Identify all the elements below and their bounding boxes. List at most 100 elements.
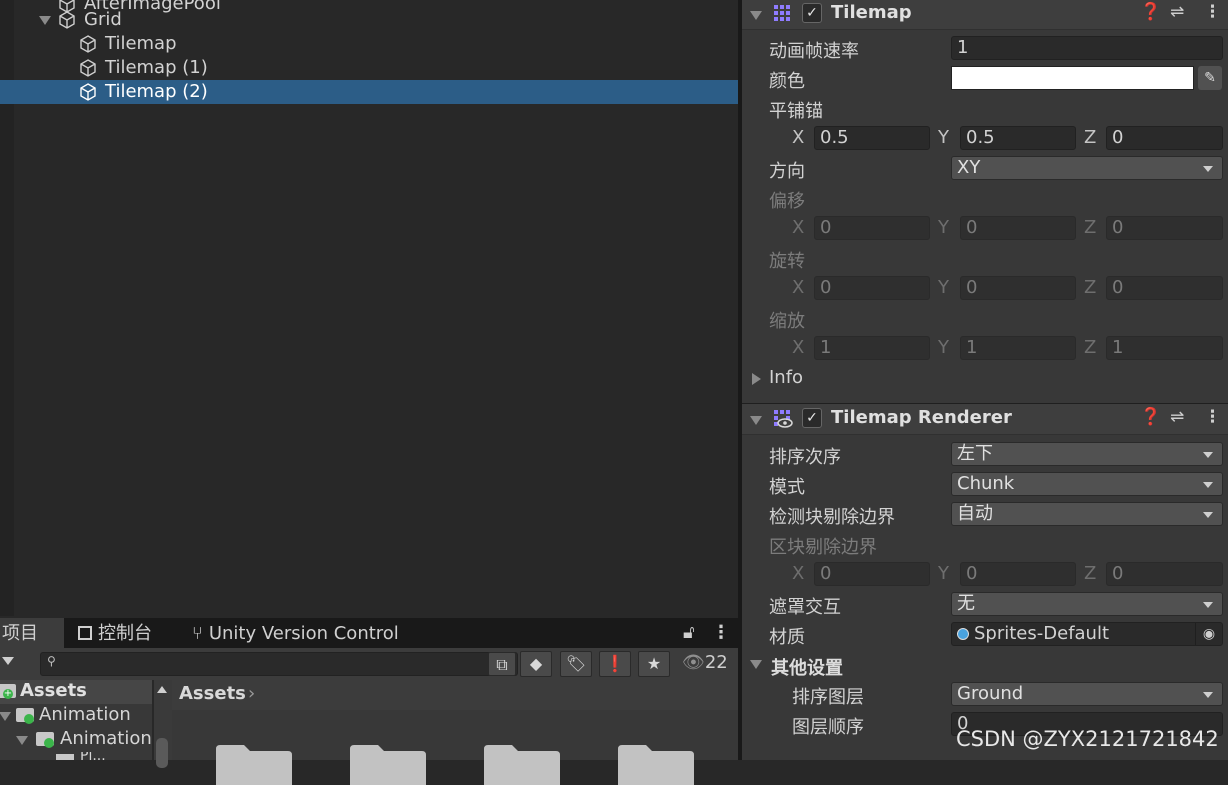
renderer-enabled-checkbox[interactable]: ✓	[802, 408, 822, 428]
foldout-arrow-icon[interactable]	[750, 11, 762, 20]
search-input[interactable]: ⚲	[40, 652, 518, 676]
gameobject-icon	[80, 83, 96, 101]
more-options-icon[interactable]: ⋮	[712, 622, 730, 643]
tree-item-assets[interactable]: + Assets	[0, 680, 152, 704]
mode-dropdown[interactable]: Chunk	[951, 472, 1223, 496]
tab-console[interactable]: 控制台	[78, 618, 178, 648]
tab-version-control[interactable]: ⑂ Unity Version Control	[192, 618, 432, 648]
folder-icon[interactable]	[216, 745, 292, 785]
hierarchy-item-tilemap-1[interactable]: Tilemap (1)	[0, 56, 738, 80]
hierarchy-item-tilemap-2[interactable]: Tilemap (2)	[0, 80, 738, 104]
anchor-z-input[interactable]: 0	[1106, 126, 1223, 150]
tilemap-enabled-checkbox[interactable]: ✓	[802, 3, 822, 23]
anim-rate-input[interactable]: 1	[951, 36, 1223, 60]
visibility-count[interactable]: 👁︎22	[682, 652, 728, 673]
filter-by-type-button[interactable]: ◆	[520, 651, 552, 677]
breadcrumb-assets[interactable]: Assets	[179, 683, 246, 704]
tab-project[interactable]: 项目	[0, 618, 64, 648]
help-icon[interactable]: ❓	[1140, 2, 1161, 22]
folder-icon[interactable]	[484, 745, 560, 785]
mask-interaction-dropdown[interactable]: 无	[951, 592, 1223, 616]
expand-arrow-icon[interactable]	[0, 712, 11, 721]
mask-interaction-label: 遮罩交互	[769, 597, 841, 618]
axis-y-label: Y	[938, 337, 949, 358]
detect-chunk-bounds-value: 自动	[957, 503, 993, 524]
tilemap-icon	[774, 5, 790, 21]
tree-item-animation[interactable]: Animation	[0, 704, 152, 728]
sorting-layer-value: Ground	[957, 683, 1024, 704]
filter-by-log-button[interactable]: ❗	[599, 651, 631, 677]
tab-label: Unity Version Control	[208, 623, 399, 644]
folder-icon[interactable]	[618, 745, 694, 785]
info-label: Info	[769, 367, 804, 388]
shapes-icon: ◆	[529, 654, 543, 673]
material-icon	[957, 628, 969, 640]
anchor-y-input[interactable]: 0.5	[960, 126, 1076, 150]
axis-y-label: Y	[938, 127, 949, 148]
mask-interaction-value: 无	[957, 593, 975, 614]
info-foldout[interactable]: Info	[752, 367, 872, 391]
tilemap-component-header[interactable]: ✓ Tilemap ❓ ⇌ ⋮	[742, 0, 1228, 30]
console-icon	[78, 626, 92, 640]
search-icon: ⚲	[47, 654, 56, 668]
chevron-down-icon	[1203, 452, 1213, 458]
anchor-x-input[interactable]: 0.5	[814, 126, 930, 150]
foldout-arrow-icon[interactable]	[750, 416, 762, 425]
more-options-icon[interactable]: ⋮	[1204, 2, 1221, 22]
more-options-icon[interactable]: ⋮	[1204, 407, 1221, 427]
scroll-up-icon[interactable]	[157, 686, 167, 693]
sort-order-dropdown[interactable]: 左下	[951, 442, 1223, 466]
detect-chunk-bounds-dropdown[interactable]: 自动	[951, 502, 1223, 526]
hierarchy-item-label: Tilemap (1)	[105, 57, 208, 78]
sort-order-value: 左下	[957, 443, 993, 464]
tree-scrollbar[interactable]	[154, 680, 172, 768]
create-menu-icon[interactable]	[2, 657, 14, 665]
presets-icon[interactable]: ⇌	[1170, 2, 1184, 22]
tag-icon: 🏷︎	[565, 654, 587, 673]
scale-z-input: 1	[1106, 336, 1223, 360]
axis-x-label: X	[792, 337, 805, 358]
expand-arrow-icon[interactable]	[39, 16, 51, 25]
folder-icon[interactable]	[350, 745, 426, 785]
tree-item-label: Pl...	[80, 752, 106, 760]
chevron-down-icon	[1203, 602, 1213, 608]
sorting-layer-label: 排序图层	[792, 687, 864, 708]
presets-icon[interactable]: ⇌	[1170, 407, 1184, 427]
scrollbar-thumb[interactable]	[156, 738, 168, 768]
object-picker-icon[interactable]: ◉	[1195, 623, 1222, 645]
rotation-x-input: 0	[814, 276, 930, 300]
favorites-button[interactable]: ★	[638, 651, 670, 677]
help-icon[interactable]: ❓	[1140, 407, 1161, 427]
gameobject-icon	[80, 59, 96, 77]
search-by-type-button[interactable]: ⧉	[488, 652, 516, 676]
material-field[interactable]: Sprites-Default ◉	[951, 622, 1223, 646]
mode-label: 模式	[769, 477, 805, 498]
axis-x-label: X	[792, 277, 805, 298]
component-title: Tilemap Renderer	[831, 407, 1012, 428]
foldout-arrow-icon[interactable]	[750, 660, 762, 669]
tree-item-animation-sub[interactable]: Animation	[0, 728, 152, 752]
color-swatch[interactable]	[951, 66, 1194, 90]
chevron-down-icon	[1203, 482, 1213, 488]
chunk-bounds-label: 区块剔除边界	[769, 537, 877, 558]
chunk-bounds-x-input: 0	[814, 562, 930, 586]
tree-item-label: Assets	[20, 680, 87, 701]
chevron-down-icon	[1203, 512, 1213, 518]
material-value: Sprites-Default	[974, 623, 1110, 644]
rotation-label: 旋转	[769, 251, 805, 272]
mode-value: Chunk	[957, 473, 1015, 494]
expand-arrow-icon[interactable]	[16, 736, 28, 745]
axis-z-label: Z	[1084, 217, 1097, 238]
tilemap-renderer-header[interactable]: ✓ Tilemap Renderer ❓ ⇌ ⋮	[742, 403, 1228, 435]
orientation-dropdown[interactable]: XY	[951, 156, 1223, 180]
eyedropper-icon[interactable]: ✎	[1198, 66, 1222, 90]
lock-icon[interactable]: 🔓︎	[683, 622, 695, 643]
other-settings-label[interactable]: 其他设置	[771, 654, 843, 680]
scale-label: 缩放	[769, 311, 805, 332]
tree-item-partial[interactable]: Pl...	[0, 752, 152, 760]
hierarchy-item-tilemap[interactable]: Tilemap	[0, 32, 738, 56]
sorting-layer-dropdown[interactable]: Ground	[951, 682, 1223, 706]
chevron-right-icon	[752, 373, 761, 385]
hierarchy-item-grid[interactable]: Grid	[0, 8, 738, 32]
filter-by-label-button[interactable]: 🏷︎	[560, 651, 592, 677]
